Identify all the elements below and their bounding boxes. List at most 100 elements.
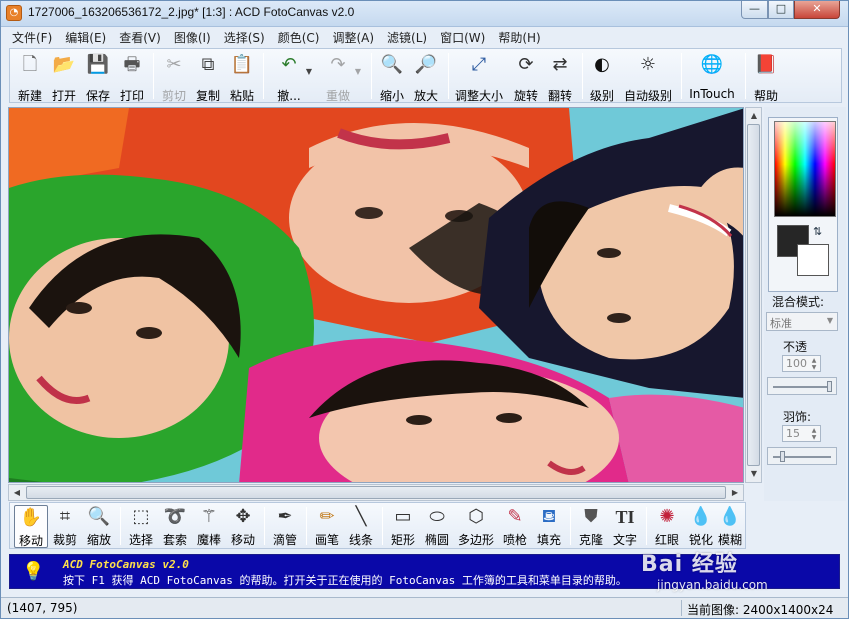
polygon-icon: ⬡ (468, 506, 484, 527)
menu-color[interactable]: 颜色(C) (271, 29, 326, 46)
spin-down-icon[interactable]: ▼ (809, 364, 819, 371)
magic-wand-icon: ⚚ (200, 506, 218, 527)
tool-zoom[interactable]: 🔍 缩放 (82, 505, 116, 548)
copy-icon: ⧉ (201, 54, 215, 75)
scroll-up-arrow-icon[interactable]: ▲ (747, 109, 761, 123)
minimize-button[interactable]: — (741, 1, 768, 19)
menu-edit[interactable]: 编辑(E) (58, 29, 112, 46)
spin-down-icon[interactable]: ▼ (809, 434, 819, 441)
scroll-down-arrow-icon[interactable]: ▼ (747, 467, 761, 481)
tool-fill[interactable]: ⛾ 填充 (532, 505, 566, 548)
menu-image[interactable]: 图像(I) (167, 29, 217, 46)
feather-spinner[interactable]: 15 ▲ ▼ (782, 425, 821, 442)
swap-colors-icon[interactable]: ⇅ (813, 225, 822, 238)
rectangle-select-icon: ⬚ (132, 506, 150, 527)
tool-move[interactable]: ✋ 移动 (14, 505, 48, 548)
auto-levels-icon: ☼ (639, 54, 657, 75)
redo-dropdown-chevron-icon[interactable]: ▼ (353, 67, 363, 77)
rotate-button[interactable]: ⟳ 旋转 (509, 52, 543, 103)
maximize-button[interactable]: □ (768, 1, 794, 19)
paste-button[interactable]: 📋 粘贴 (225, 52, 259, 103)
menu-file[interactable]: 文件(F) (5, 29, 58, 46)
intouch-globe-icon: 🌐 (700, 54, 724, 75)
tool-ellipse[interactable]: ⬭ 椭圆 (420, 505, 454, 548)
help-bar: 💡 ACD FotoCanvas v2.0 按下 F1 获得 ACD FotoC… (9, 554, 840, 589)
menu-window[interactable]: 窗口(W) (433, 29, 491, 46)
horizontal-scroll-thumb[interactable] (26, 486, 726, 499)
tools-separator (306, 507, 307, 545)
spin-up-icon[interactable]: ▲ (809, 427, 819, 434)
scroll-right-arrow-icon[interactable]: ▶ (728, 486, 742, 500)
tool-magic-wand[interactable]: ⚚ 魔棒 (192, 505, 226, 548)
tool-lasso[interactable]: ➰ 套索 (158, 505, 192, 548)
tool-blur[interactable]: 💧 模糊 (715, 505, 745, 548)
tool-pencil[interactable]: ✏ 画笔 (310, 505, 344, 548)
menu-help[interactable]: 帮助(H) (491, 29, 546, 46)
cut-button[interactable]: ✂ 剪切 (157, 52, 191, 103)
menu-view[interactable]: 查看(V) (112, 29, 167, 46)
opacity-slider[interactable] (767, 377, 837, 395)
opacity-slider-knob[interactable] (827, 381, 832, 392)
photo-children-in-hoods (9, 108, 743, 482)
zoom-in-button[interactable]: 🔎 放大 (409, 52, 443, 103)
tool-move-selection[interactable]: ✥ 移动 (226, 505, 260, 548)
blend-mode-select[interactable]: 标准 ▼ (766, 312, 838, 331)
blur-drop-icon: 💧 (718, 506, 742, 527)
print-button[interactable]: 🖶 打印 (115, 52, 149, 103)
help-text: 按下 F1 获得 ACD FotoCanvas 的帮助。打开关于正在使用的 Fo… (63, 574, 627, 587)
paint-bucket-icon: ⛾ (541, 506, 557, 527)
ellipse-icon: ⬭ (429, 506, 445, 527)
lasso-icon: ➰ (163, 506, 187, 527)
scroll-left-arrow-icon[interactable]: ◀ (10, 486, 24, 500)
opacity-spinner[interactable]: 100 ▲ ▼ (782, 355, 821, 372)
menu-adjust[interactable]: 调整(A) (325, 29, 380, 46)
help-button[interactable]: 📕 帮助 (749, 52, 783, 103)
chevron-down-icon: ▼ (826, 316, 833, 325)
tool-clone[interactable]: ⛊ 克隆 (574, 505, 608, 548)
tool-polygon[interactable]: ⬡ 多边形 (456, 505, 496, 548)
undo-arrow-icon: ↶ (281, 54, 297, 75)
status-separator (681, 600, 682, 616)
tool-line[interactable]: ╲ 线条 (344, 505, 378, 548)
undo-dropdown-chevron-icon[interactable]: ▼ (304, 67, 314, 77)
tool-text[interactable]: TI 文字 (608, 505, 642, 548)
help-title: ACD FotoCanvas v2.0 (63, 558, 189, 571)
feather-slider-knob[interactable] (780, 451, 785, 462)
zoom-out-button[interactable]: 🔍 缩小 (375, 52, 409, 103)
cursor-coordinates: (1407, 795) (7, 601, 78, 615)
tool-select[interactable]: ⬚ 选择 (124, 505, 158, 548)
intouch-button[interactable]: 🌐 InTouch (686, 52, 738, 101)
menu-select[interactable]: 选择(S) (217, 29, 271, 46)
levels-button[interactable]: ◐ 级别 (585, 52, 619, 103)
close-button[interactable]: ✕ (794, 1, 840, 19)
tool-rectangle[interactable]: ▭ 矩形 (386, 505, 420, 548)
horizontal-scrollbar[interactable]: ◀ ▶ (8, 484, 744, 501)
spin-up-icon[interactable]: ▲ (809, 357, 819, 364)
new-button[interactable]: 🗋 新建 (13, 52, 47, 103)
color-spectrum[interactable] (774, 121, 836, 217)
background-color-swatch[interactable] (797, 244, 829, 276)
line-icon: ╲ (355, 506, 367, 527)
tool-crop[interactable]: ⌗ 裁剪 (48, 505, 82, 548)
tool-sharpen[interactable]: 💧 锐化 (684, 505, 718, 548)
feather-label: 羽饰: (783, 410, 812, 424)
image-canvas[interactable] (8, 107, 744, 483)
auto-levels-button[interactable]: ☼ 自动级别 (622, 52, 674, 103)
open-button[interactable]: 📂 打开 (47, 52, 81, 103)
toolbar-separator (681, 53, 682, 99)
clone-stamp-icon: ⛊ (584, 506, 598, 527)
copy-button[interactable]: ⧉ 复制 (191, 52, 225, 103)
vertical-scroll-thumb[interactable] (747, 124, 760, 466)
tool-eyedropper[interactable]: ✒ 滴管 (268, 505, 302, 548)
vertical-scrollbar[interactable]: ▲ ▼ (745, 107, 762, 483)
printer-icon: 🖶 (123, 54, 141, 75)
toolbar-separator (582, 53, 583, 99)
tool-red-eye[interactable]: ✺ 红眼 (650, 505, 684, 548)
flip-button[interactable]: ⇄ 翻转 (543, 52, 577, 103)
menu-filter[interactable]: 滤镜(L) (380, 29, 433, 46)
resize-button[interactable]: ⤢ 调整大小 (453, 52, 505, 103)
feather-slider[interactable] (767, 447, 837, 465)
save-button[interactable]: 💾 保存 (81, 52, 115, 103)
tool-airbrush[interactable]: ✎ 喷枪 (498, 505, 532, 548)
airbrush-icon: ✎ (507, 506, 523, 527)
